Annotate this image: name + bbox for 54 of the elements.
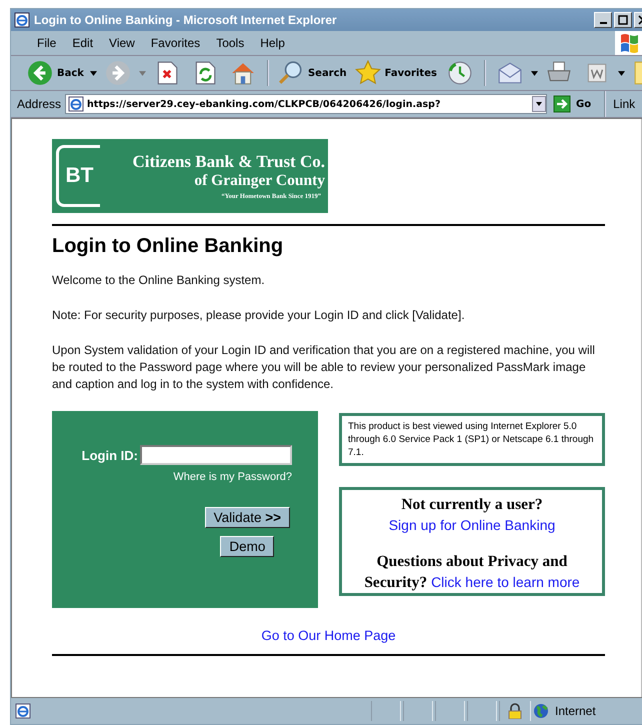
minimize-button[interactable] [594,12,612,28]
menu-item[interactable]: File [29,36,64,50]
mail-icon[interactable] [496,60,523,86]
login-id-label: Login ID: [82,448,138,462]
paragraph: Note: For security purposes, please provide your Login ID and click [Validate]. [52,307,466,324]
star-icon [354,60,381,86]
logo-name: Citizens Bank & Trust Co. [132,152,325,172]
search-button[interactable]: Search [276,60,349,86]
page-heading: Login to Online Banking [52,235,284,258]
menu-item[interactable]: Help [252,36,293,50]
favorites-button[interactable]: Favorites [352,60,439,86]
windows-logo-icon [615,31,642,55]
home-page-link[interactable]: Go to Our Home Page [261,628,396,643]
status-pane [467,701,497,721]
help-text: Not currently a user? Sign up for Online Banking [388,495,556,535]
address-field[interactable]: https://server29.cey-ebanking.com/CLKPCB/064206426/login.asp? [65,94,548,114]
lock-icon [507,703,523,719]
menu-item[interactable]: Tools [208,36,252,50]
logo-county: of Grainger County [194,172,325,190]
status-pane [435,701,465,721]
password-help-link[interactable]: Where is my Password? [173,471,292,483]
status-pane [371,701,401,721]
logo-monogram: BT [56,145,100,207]
menu-item[interactable]: View [101,36,143,50]
minimize-icon [600,22,606,24]
back-button[interactable]: Back [25,60,86,86]
maximize-icon [618,15,628,25]
caret-icon[interactable] [90,70,97,76]
caret-icon[interactable] [618,70,625,76]
status-pane [403,701,433,721]
help-link[interactable]: Click here to learn more [431,574,580,590]
search-icon [278,60,304,86]
menu-item[interactable]: Favorites [142,36,208,50]
paragraph: Upon System validation of your Login ID and verification that you are on a registered machine, you will be routed to the Password page where you will be able to review your personalized PassMark image and caption and log in to the system with confidence. [52,342,596,393]
go-button[interactable]: Go [551,95,598,113]
help-text: Questions about Privacy and Security? Click here to learn more [363,552,581,593]
form-button[interactable]: Demo [220,536,274,557]
paragraph: Welcome to the Online Banking system. [52,272,266,289]
links-label[interactable]: Link [613,97,636,111]
form-button[interactable]: Validate >> [204,507,290,528]
history-icon[interactable] [446,60,473,86]
globe-icon [533,703,549,719]
login-id-field[interactable] [140,445,292,465]
window-title: Login to Online Banking - Microsoft Internet Explorer [34,13,338,27]
help-link[interactable]: Sign up for Online Banking [388,517,556,533]
maximize-button[interactable] [614,12,632,28]
page-icon [15,703,31,719]
address-label: Address [17,97,62,111]
security-zone-label: Internet [555,704,596,718]
browser-icon [14,12,30,28]
caret-icon[interactable] [530,70,538,76]
browser-note: This product is best viewed using Internet Explorer 5.0 through 6.0 Service Pack 1 (SP1) or Netscape 6.1 through 7.1. [339,413,605,466]
menu-item[interactable]: Edit [64,36,102,50]
page-icon [68,96,84,112]
